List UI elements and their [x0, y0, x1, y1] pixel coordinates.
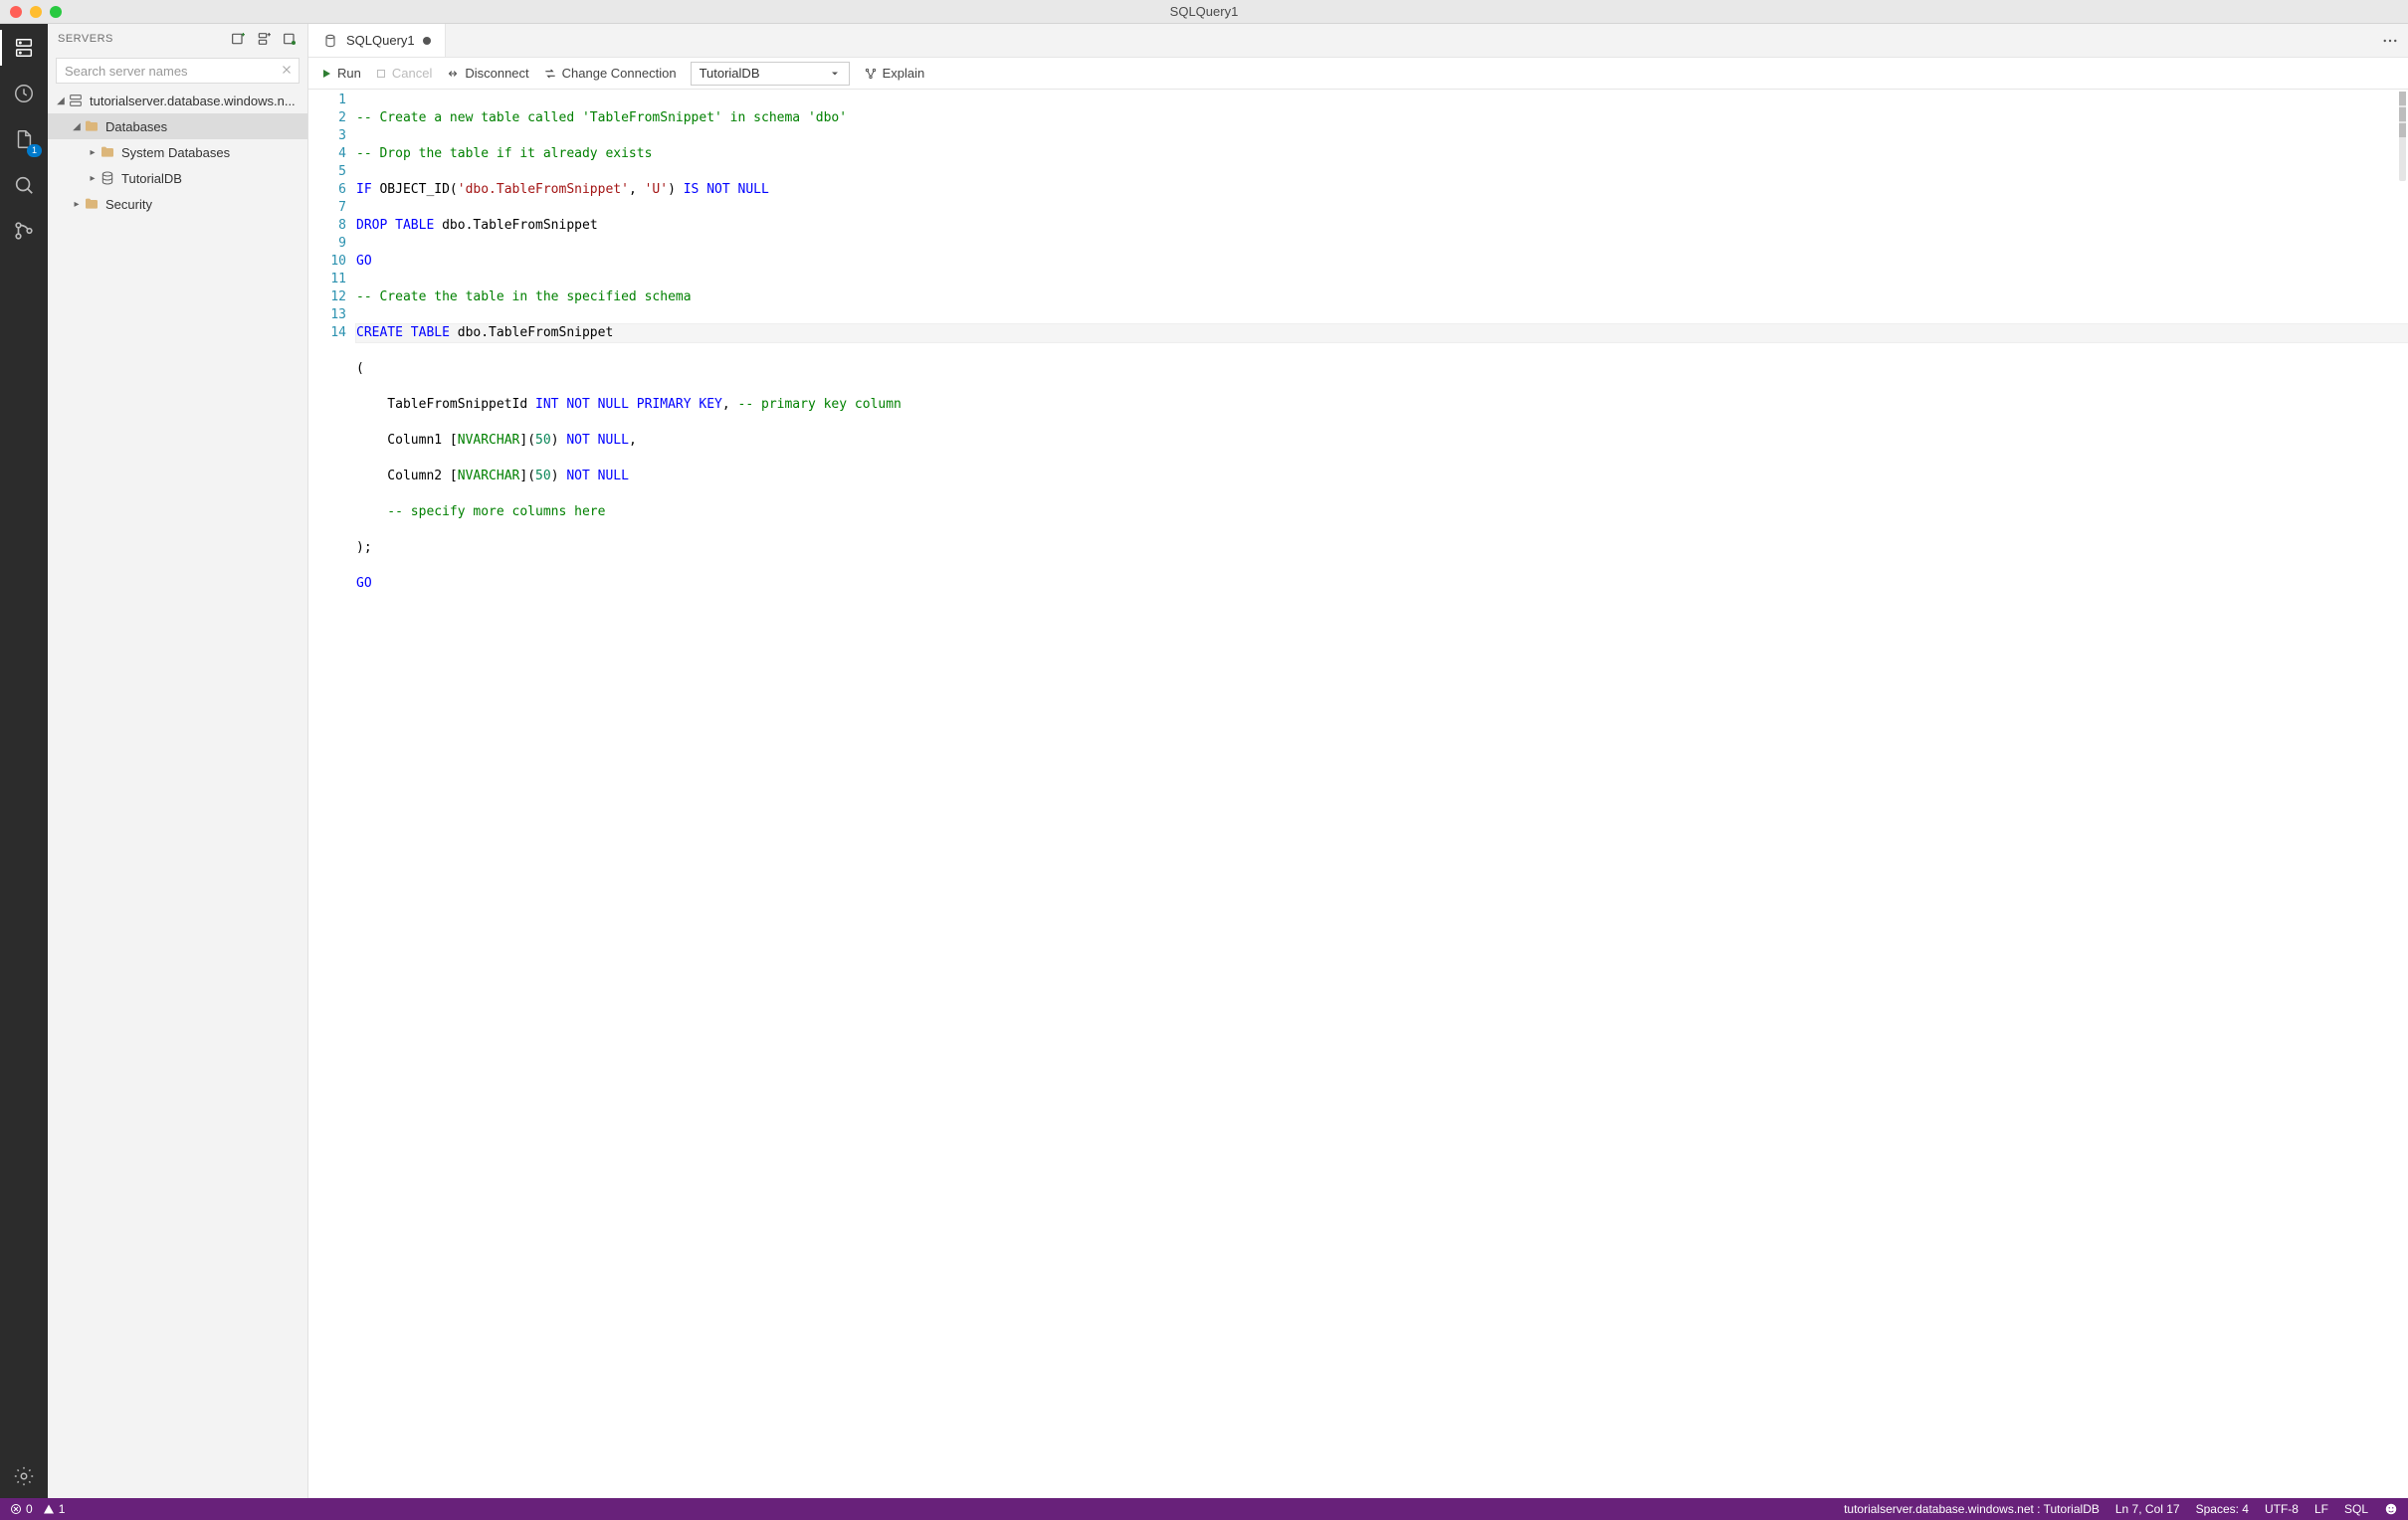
disconnect-button[interactable]: Disconnect	[446, 66, 528, 81]
source-control-icon[interactable]	[10, 217, 38, 245]
clear-search-icon[interactable]	[280, 63, 294, 77]
warning-icon	[43, 1503, 55, 1515]
status-bar: 0 1 tutorialserver.database.windows.net …	[0, 1498, 2408, 1520]
toolbar-label: Explain	[883, 66, 925, 81]
cancel-button: Cancel	[375, 66, 432, 81]
chevron-down-icon	[829, 68, 841, 80]
toolbar-label: Disconnect	[465, 66, 528, 81]
disconnect-icon	[446, 67, 460, 81]
tree-label: TutorialDB	[121, 171, 182, 186]
error-icon	[10, 1503, 22, 1515]
tree-tutorialdb-node[interactable]: ▸ TutorialDB	[48, 165, 307, 191]
show-connections-icon[interactable]	[282, 31, 298, 47]
explorer-icon[interactable]: 1	[10, 125, 38, 153]
maximize-window-button[interactable]	[50, 6, 62, 18]
folder-icon	[84, 118, 100, 134]
status-connection[interactable]: tutorialserver.database.windows.net : Tu…	[1844, 1502, 2100, 1516]
chevron-right-icon: ▸	[86, 147, 100, 158]
status-encoding[interactable]: UTF-8	[2265, 1502, 2299, 1516]
status-language[interactable]: SQL	[2344, 1502, 2368, 1516]
tree-system-databases-node[interactable]: ▸ System Databases	[48, 139, 307, 165]
sidebar-search	[56, 58, 300, 84]
server-tree: ◢ tutorialserver.database.windows.n... ◢…	[48, 88, 307, 1498]
search-icon[interactable]	[10, 171, 38, 199]
folder-icon	[84, 196, 100, 212]
window-controls	[0, 6, 62, 18]
code-content[interactable]: -- Create a new table called 'TableFromS…	[356, 90, 2408, 1498]
status-feedback-icon[interactable]	[2384, 1502, 2398, 1516]
servers-icon[interactable]	[10, 34, 38, 62]
tree-label: System Databases	[121, 145, 230, 160]
sidebar-header: SERVERS	[48, 24, 307, 54]
tree-label: Security	[105, 197, 152, 212]
tree-label: Databases	[105, 119, 167, 134]
sidebar: SERVERS ◢	[48, 24, 308, 1498]
change-connection-button[interactable]: Change Connection	[543, 66, 677, 81]
database-select[interactable]: TutorialDB	[691, 62, 850, 86]
toolbar-label: Run	[337, 66, 361, 81]
run-button[interactable]: Run	[320, 66, 361, 81]
status-indentation[interactable]: Spaces: 4	[2196, 1502, 2249, 1516]
explorer-badge: 1	[27, 144, 42, 157]
chevron-down-icon: ◢	[54, 95, 68, 106]
chevron-down-icon: ◢	[70, 121, 84, 132]
explain-icon	[864, 67, 878, 81]
editor-more-icon[interactable]	[2372, 24, 2408, 57]
status-warnings[interactable]: 1	[43, 1502, 66, 1516]
settings-gear-icon[interactable]	[10, 1462, 38, 1490]
tree-server-node[interactable]: ◢ tutorialserver.database.windows.n...	[48, 88, 307, 113]
code-editor[interactable]: 1234567891011121314 -- Create a new tabl…	[308, 90, 2408, 1498]
activity-bar: 1	[0, 24, 48, 1498]
tree-security-node[interactable]: ▸ Security	[48, 191, 307, 217]
line-gutter: 1234567891011121314	[308, 90, 356, 1498]
new-connection-icon[interactable]	[230, 31, 246, 47]
window-title: SQLQuery1	[1170, 4, 1239, 19]
window-titlebar: SQLQuery1	[0, 0, 2408, 24]
close-window-button[interactable]	[10, 6, 22, 18]
explain-button[interactable]: Explain	[864, 66, 925, 81]
sidebar-title: SERVERS	[58, 33, 113, 45]
select-value: TutorialDB	[700, 66, 760, 81]
new-server-group-icon[interactable]	[256, 31, 272, 47]
warning-count: 1	[59, 1502, 66, 1516]
minimap[interactable]	[2399, 92, 2406, 181]
sql-file-icon	[322, 33, 338, 49]
folder-icon	[100, 144, 115, 160]
server-icon	[68, 93, 84, 108]
task-history-icon[interactable]	[10, 80, 38, 107]
tab-label: SQLQuery1	[346, 33, 415, 48]
minimize-window-button[interactable]	[30, 6, 42, 18]
tree-label: tutorialserver.database.windows.n...	[90, 94, 296, 108]
tree-databases-node[interactable]: ◢ Databases	[48, 113, 307, 139]
toolbar-label: Cancel	[392, 66, 432, 81]
query-toolbar: Run Cancel Disconnect Change Connection	[308, 58, 2408, 90]
status-eol[interactable]: LF	[2314, 1502, 2328, 1516]
tab-bar: SQLQuery1	[308, 24, 2408, 58]
stop-icon	[375, 68, 387, 80]
editor-area: SQLQuery1 Run Cancel	[308, 24, 2408, 1498]
search-input[interactable]	[56, 58, 300, 84]
play-icon	[320, 68, 332, 80]
dirty-indicator-icon	[423, 37, 431, 45]
error-count: 0	[26, 1502, 33, 1516]
chevron-right-icon: ▸	[86, 173, 100, 184]
database-icon	[100, 170, 115, 186]
chevron-right-icon: ▸	[70, 199, 84, 210]
toolbar-label: Change Connection	[562, 66, 677, 81]
status-cursor-position[interactable]: Ln 7, Col 17	[2115, 1502, 2180, 1516]
change-connection-icon	[543, 67, 557, 81]
editor-tab-sqlquery1[interactable]: SQLQuery1	[308, 24, 446, 57]
status-errors[interactable]: 0	[10, 1502, 33, 1516]
